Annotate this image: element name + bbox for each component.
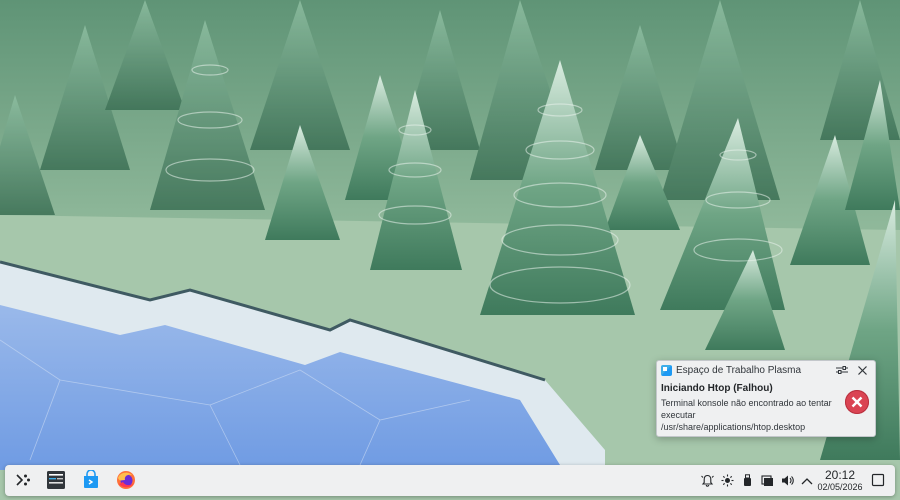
clock-date: 02/05/2026 bbox=[817, 482, 863, 492]
discover-store-icon bbox=[84, 470, 98, 488]
tray-clipboard[interactable] bbox=[757, 465, 777, 496]
brightness-icon bbox=[721, 474, 733, 487]
dialog-error-icon bbox=[845, 390, 869, 414]
notification-app-name: Espaço de Trabalho Plasma bbox=[676, 364, 802, 376]
notification-popup[interactable]: Espaço de Trabalho Plasma Iniciando Htop… bbox=[656, 360, 876, 437]
show-desktop-button[interactable] bbox=[871, 473, 885, 487]
discover-launcher[interactable] bbox=[79, 468, 103, 492]
volume-icon bbox=[781, 475, 794, 486]
notification-title: Iniciando Htop (Falhou) bbox=[661, 383, 773, 394]
system-monitor-launcher[interactable] bbox=[44, 468, 68, 492]
notification-message: Terminal konsole não encontrado ao tenta… bbox=[661, 398, 832, 432]
notification-body: Iniciando Htop (Falhou) Terminal konsole… bbox=[657, 379, 875, 433]
firefox-icon bbox=[117, 471, 135, 489]
taskbar-panel: 20:12 02/05/2026 bbox=[5, 465, 895, 496]
clock-time: 20:12 bbox=[824, 468, 856, 482]
configure-icon bbox=[836, 366, 848, 374]
tray-notifications[interactable] bbox=[697, 465, 717, 496]
plasma-workspace-icon bbox=[661, 364, 672, 376]
digital-clock[interactable]: 20:12 02/05/2026 bbox=[811, 468, 869, 493]
notifications-bell-icon bbox=[700, 474, 714, 487]
notification-close-button[interactable] bbox=[855, 363, 869, 377]
usb-device-icon bbox=[743, 474, 751, 486]
tray-usb-device[interactable] bbox=[737, 465, 757, 496]
firefox-launcher[interactable] bbox=[114, 468, 138, 492]
close-icon bbox=[857, 365, 867, 375]
system-monitor-icon bbox=[47, 471, 65, 489]
show-desktop-icon bbox=[871, 473, 885, 487]
notification-header: Espaço de Trabalho Plasma bbox=[657, 361, 875, 379]
system-tray bbox=[697, 465, 817, 496]
notification-settings-button[interactable] bbox=[835, 363, 849, 377]
kde-launcher-icon bbox=[16, 474, 30, 486]
clipboard-icon bbox=[760, 475, 773, 486]
tray-brightness[interactable] bbox=[717, 465, 737, 496]
tray-volume[interactable] bbox=[777, 465, 797, 496]
application-launcher-button[interactable] bbox=[11, 468, 35, 492]
